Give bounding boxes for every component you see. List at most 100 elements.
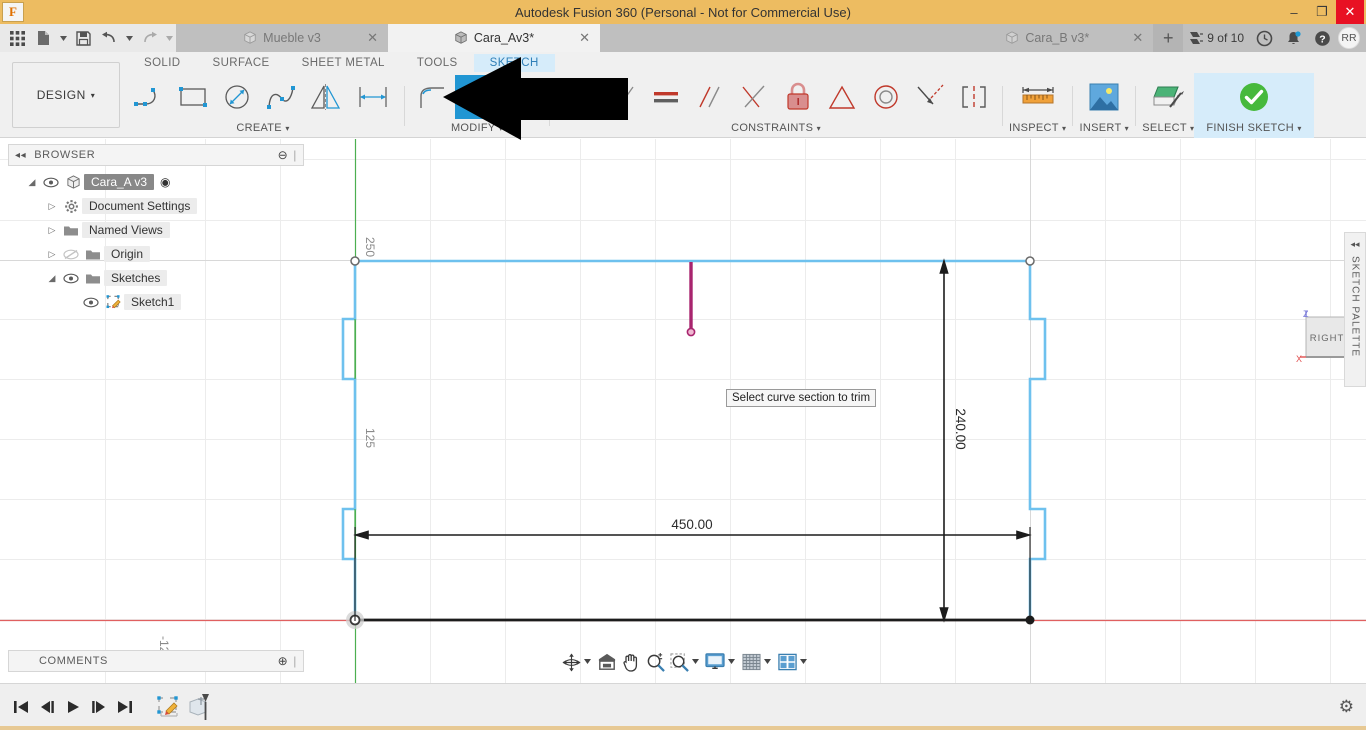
panel-select-label[interactable]: SELECT ▾ xyxy=(1142,121,1194,138)
viewports-button[interactable] xyxy=(776,649,798,675)
zoom-caret-icon[interactable] xyxy=(692,658,702,666)
expand-arrow-icon[interactable]: ▷ xyxy=(44,249,60,260)
document-tab-mueble[interactable]: Mueble v3 ✕ xyxy=(176,24,388,52)
expand-arrow-icon[interactable]: ▷ xyxy=(44,201,60,212)
document-tab-cara-a[interactable]: Cara_Av3* ✕ xyxy=(388,24,600,52)
modify-trim-button[interactable] xyxy=(455,75,499,119)
finish-sketch-button[interactable] xyxy=(1232,75,1276,119)
add-comment-icon[interactable]: ⊕ xyxy=(278,654,289,668)
constraint-tangent-button[interactable] xyxy=(600,75,644,119)
create-spline-button[interactable] xyxy=(260,75,304,119)
tab-tools[interactable]: TOOLS xyxy=(401,54,474,72)
create-dimension-button[interactable] xyxy=(348,75,398,119)
redo-caret-icon[interactable] xyxy=(162,24,176,52)
panel-grip-icon[interactable]: | xyxy=(293,654,297,668)
maximize-button[interactable]: ❐ xyxy=(1308,0,1336,24)
panel-inspect-label[interactable]: INSPECT ▾ xyxy=(1009,121,1066,138)
new-file-icon[interactable] xyxy=(30,24,56,52)
undo-icon[interactable] xyxy=(96,24,122,52)
timeline-go-to-beginning-button[interactable] xyxy=(8,692,34,722)
tab-close-icon[interactable]: ✕ xyxy=(367,30,378,46)
tab-close-icon[interactable]: ✕ xyxy=(579,30,590,46)
create-arc-button[interactable] xyxy=(128,75,172,119)
inspect-measure-button[interactable] xyxy=(1013,75,1063,119)
timeline-step-back-button[interactable] xyxy=(34,692,60,722)
display-settings-button[interactable] xyxy=(704,649,726,675)
tree-item-origin[interactable]: ▷ Origin xyxy=(8,242,304,266)
constraint-fix-button[interactable] xyxy=(776,75,820,119)
app-grid-icon[interactable] xyxy=(4,24,30,52)
constraint-concentric-button[interactable] xyxy=(864,75,908,119)
timeline-step-forward-button[interactable] xyxy=(86,692,112,722)
panel-constraints-label[interactable]: CONSTRAINTS ▾ xyxy=(731,121,821,138)
grid-snaps-button[interactable] xyxy=(740,649,762,675)
tree-item-named-views[interactable]: ▷ Named Views xyxy=(8,218,304,242)
expand-arrow-icon[interactable]: ◢ xyxy=(44,273,60,284)
sketch-palette-tab[interactable]: ◂◂ SKETCH PALETTE xyxy=(1344,232,1366,387)
expand-arrow-icon[interactable]: ▷ xyxy=(44,225,60,236)
pan-home-button[interactable] xyxy=(596,649,618,675)
zoom-button[interactable] xyxy=(644,649,666,675)
constraint-collinear-button[interactable] xyxy=(908,75,952,119)
redo-icon[interactable] xyxy=(136,24,162,52)
modify-offset-button[interactable] xyxy=(499,75,543,119)
constraint-parallel-button[interactable] xyxy=(688,75,732,119)
tree-item-document-settings[interactable]: ▷ Document Settings xyxy=(8,194,304,218)
panel-finish-sketch-label[interactable]: FINISH SKETCH ▾ xyxy=(1206,121,1301,138)
constraint-equal-button[interactable] xyxy=(644,75,688,119)
undo-caret-icon[interactable] xyxy=(122,24,136,52)
tab-sheet-metal[interactable]: SHEET METAL xyxy=(286,54,401,72)
panel-insert-label[interactable]: INSERT ▾ xyxy=(1080,121,1129,138)
orbit-caret-icon[interactable] xyxy=(584,658,594,666)
timeline-extrude-feature[interactable] xyxy=(186,692,212,722)
panel-grip-icon[interactable]: | xyxy=(293,148,297,162)
collapse-icon[interactable]: ◂◂ xyxy=(15,150,26,161)
workspace-switcher[interactable]: DESIGN ▾ xyxy=(12,62,120,128)
close-button[interactable]: ✕ xyxy=(1336,0,1364,24)
timeline-go-to-end-button[interactable] xyxy=(112,692,138,722)
expand-arrow-icon[interactable]: ◢ xyxy=(24,177,40,188)
new-tab-button[interactable]: + xyxy=(1153,24,1184,52)
tree-item-sketch1[interactable]: Sketch1 xyxy=(8,290,304,314)
new-file-caret-icon[interactable] xyxy=(56,24,70,52)
timeline-play-button[interactable] xyxy=(60,692,86,722)
viewports-caret-icon[interactable] xyxy=(800,658,810,666)
panel-create-label[interactable]: CREATE ▾ xyxy=(236,121,289,138)
create-circle-button[interactable] xyxy=(216,75,260,119)
collapse-icon[interactable]: ◂◂ xyxy=(1350,239,1359,250)
minimize-button[interactable]: – xyxy=(1280,0,1308,24)
help-button[interactable]: ? xyxy=(1309,24,1336,52)
constraint-midpoint-button[interactable] xyxy=(820,75,864,119)
visibility-eye-icon[interactable] xyxy=(40,177,62,188)
insert-image-button[interactable] xyxy=(1079,75,1129,119)
tab-close-icon[interactable]: ✕ xyxy=(1132,30,1143,46)
create-mirror-button[interactable] xyxy=(304,75,348,119)
tab-solid[interactable]: SOLID xyxy=(128,54,197,72)
tab-sketch[interactable]: SKETCH xyxy=(473,53,555,72)
select-button[interactable] xyxy=(1143,75,1193,119)
zoom-window-button[interactable] xyxy=(668,649,690,675)
tree-item-cara-a[interactable]: ◢ Cara_A v3 ◉ xyxy=(8,170,304,194)
panel-modify-label[interactable]: MODIFY ▾ xyxy=(451,121,503,138)
timeline-settings-button[interactable]: ⚙ xyxy=(1339,697,1354,717)
notifications-button[interactable] xyxy=(1280,24,1307,52)
visibility-eye-icon[interactable] xyxy=(60,273,82,284)
constraint-horizontal-vertical-button[interactable] xyxy=(556,75,600,119)
user-avatar[interactable]: RR xyxy=(1338,27,1360,49)
minimize-panel-icon[interactable]: ⊖ xyxy=(278,148,289,162)
constraint-perpendicular-button[interactable] xyxy=(732,75,776,119)
pan-button[interactable] xyxy=(620,649,642,675)
display-caret-icon[interactable] xyxy=(728,658,738,666)
orbit-button[interactable] xyxy=(560,649,582,675)
constraint-symmetry-button[interactable] xyxy=(952,75,996,119)
tab-surface[interactable]: SURFACE xyxy=(197,54,286,72)
tree-item-sketches[interactable]: ◢ Sketches xyxy=(8,266,304,290)
job-status[interactable]: 9 of 10 xyxy=(1183,24,1249,52)
timeline-sketch-feature[interactable] xyxy=(152,692,186,722)
history-button[interactable] xyxy=(1251,24,1278,52)
grid-caret-icon[interactable] xyxy=(764,658,774,666)
component-activate-radio[interactable]: ◉ xyxy=(160,175,170,189)
visibility-eye-icon[interactable] xyxy=(80,297,102,308)
save-icon[interactable] xyxy=(70,24,96,52)
modify-fillet-button[interactable] xyxy=(411,75,455,119)
